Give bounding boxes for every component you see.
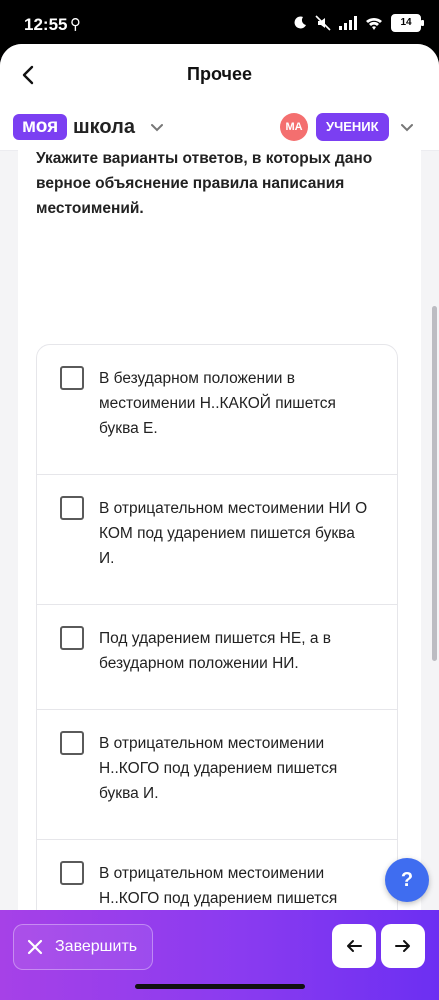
avatar[interactable]: МА <box>280 113 308 141</box>
brand-bar: моя школа МА УЧЕНИК <box>0 106 439 151</box>
page-title: Прочее <box>187 64 252 84</box>
scrollbar[interactable] <box>432 306 437 661</box>
finish-label: Завершить <box>55 938 138 955</box>
arrow-right-icon <box>395 940 410 952</box>
role-chevron-down-icon[interactable] <box>398 118 416 136</box>
question-card: Укажите варианты ответов, в которых дано… <box>18 150 421 1000</box>
question-text: Укажите варианты ответов, в которых дано… <box>36 150 373 217</box>
app-screen: Прочее моя школа МА УЧЕНИК Укажите вариа… <box>0 44 439 1000</box>
wifi-icon <box>366 17 382 30</box>
battery-icon: 14 <box>391 14 424 32</box>
role-badge[interactable]: УЧЕНИК <box>316 113 389 141</box>
answer-option[interactable]: В отрицательном местоимении НИ О КОМ под… <box>37 475 397 605</box>
close-icon <box>27 939 43 955</box>
answer-option-text: В безударном положении в местоимении Н..… <box>99 370 336 437</box>
answer-options-list: В безударном положении в местоимении Н..… <box>36 344 398 970</box>
checkbox[interactable] <box>60 496 84 520</box>
status-time: 12:55 <box>24 15 68 34</box>
notification-icon: ⚲ <box>70 16 81 33</box>
answer-option[interactable]: В безударном положении в местоимении Н..… <box>37 345 397 475</box>
next-button[interactable] <box>381 924 425 968</box>
top-bar: Прочее <box>0 44 439 106</box>
finish-button[interactable]: Завершить <box>13 924 153 970</box>
logo-moya[interactable]: моя <box>13 114 68 140</box>
chevron-down-icon[interactable] <box>148 118 166 136</box>
bottom-bar: Завершить <box>0 910 439 1000</box>
status-bar: 12:55 ⚲ 14 <box>0 0 439 48</box>
checkbox[interactable] <box>60 366 84 390</box>
signal-icon <box>339 16 357 30</box>
checkbox[interactable] <box>60 626 84 650</box>
logo-shkola[interactable]: школа <box>73 114 135 140</box>
answer-option[interactable]: Под ударением пишется НЕ, а в безударном… <box>37 605 397 710</box>
prev-button[interactable] <box>332 924 376 968</box>
status-icons: 14 <box>293 14 424 32</box>
mute-icon <box>315 15 331 31</box>
checkbox[interactable] <box>60 731 84 755</box>
answer-option-text: Под ударением пишется НЕ, а в безударном… <box>99 630 331 672</box>
answer-option[interactable]: В отрицательном местоимении Н..КОГО под … <box>37 710 397 840</box>
checkbox[interactable] <box>60 861 84 885</box>
answer-option-text: В отрицательном местоимении Н..КОГО под … <box>99 735 338 802</box>
arrow-left-icon <box>347 940 362 952</box>
help-button[interactable]: ? <box>385 858 429 902</box>
do-not-disturb-icon <box>294 16 306 29</box>
answer-option-text: В отрицательном местоимении НИ О КОМ под… <box>99 500 368 567</box>
home-indicator[interactable] <box>135 984 305 989</box>
